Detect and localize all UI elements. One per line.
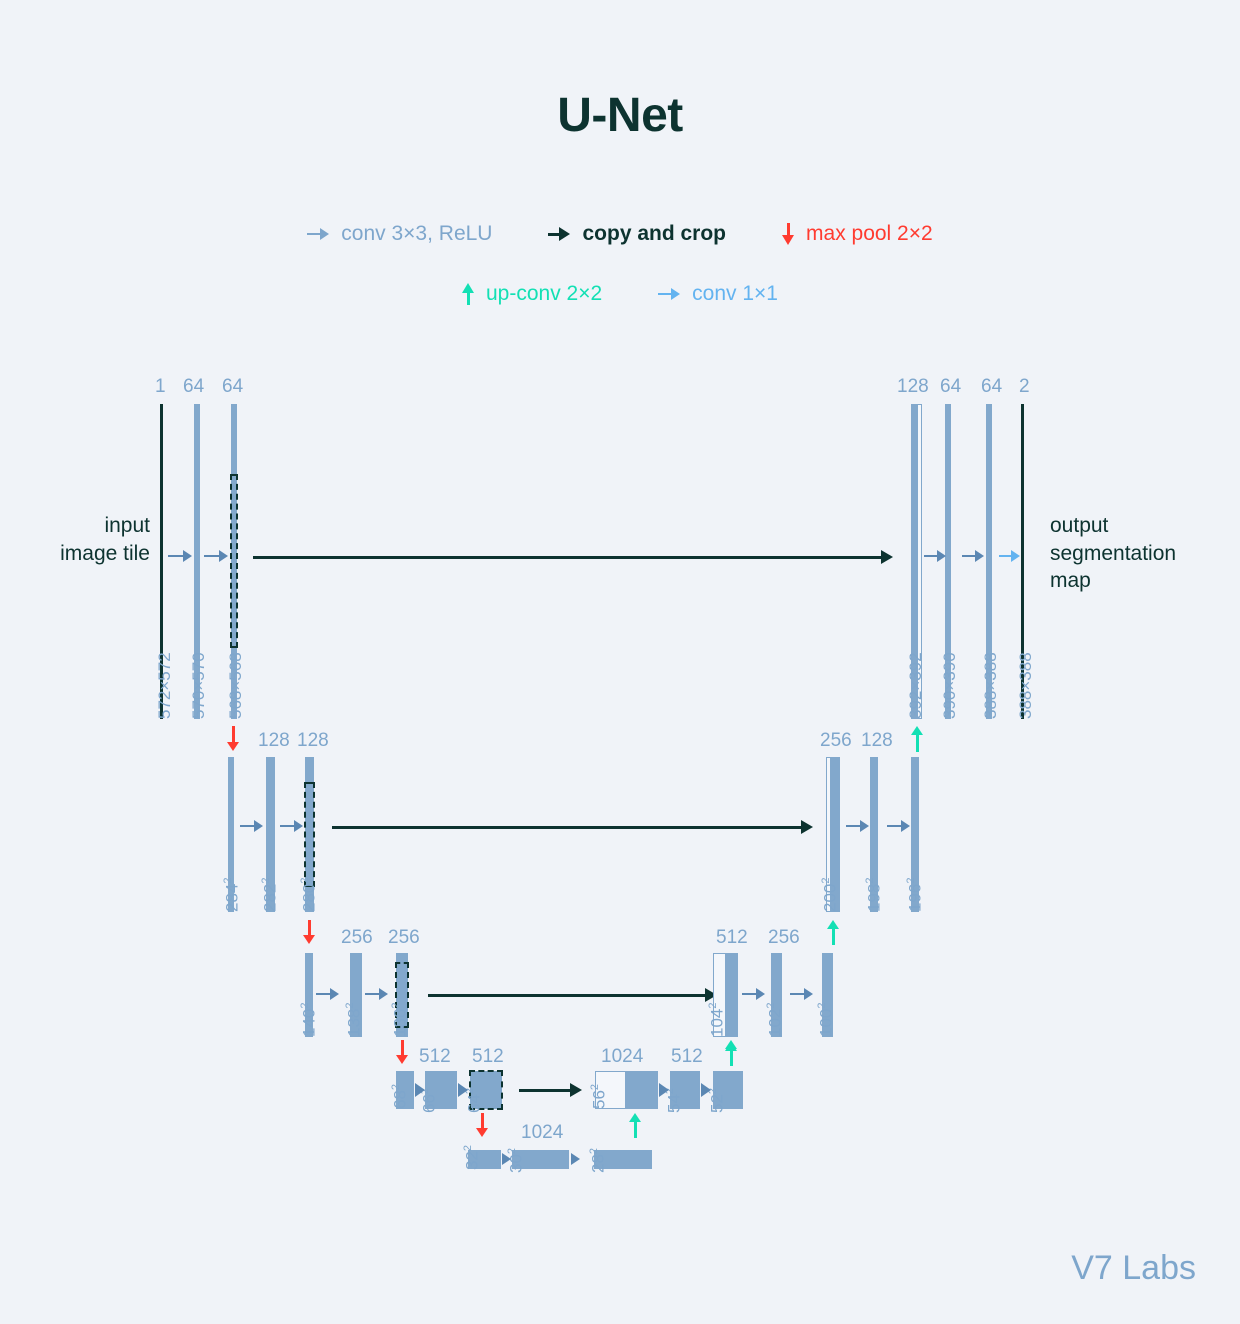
- channel-label: 512: [671, 1046, 703, 1067]
- channel-label: 256: [388, 927, 420, 948]
- conv-arrow-icon: [415, 1083, 425, 1097]
- channel-label: 128: [297, 730, 329, 751]
- channel-label: 512: [716, 927, 748, 948]
- dim-label: 2802: [299, 877, 319, 913]
- channel-label: 256: [341, 927, 373, 948]
- dim-label: 2002: [820, 877, 840, 913]
- dim-label: 2822: [260, 877, 280, 913]
- dim-label: 282: [588, 1147, 608, 1173]
- dim-label: 682: [390, 1083, 410, 1109]
- channel-label: 64: [222, 376, 244, 397]
- maxpool-arrow-icon: [476, 1113, 489, 1138]
- dim-label: 388×388: [981, 652, 1000, 719]
- channel-label: 128: [897, 376, 929, 397]
- dim-label: 1042: [707, 1002, 727, 1038]
- conv-arrow-icon: [571, 1153, 580, 1165]
- conv-arrow-icon: [168, 550, 193, 563]
- crop-region: [304, 782, 315, 887]
- output-label-line3: map: [1050, 569, 1091, 593]
- upconv-arrow-icon: [911, 726, 924, 752]
- feature-bar-upsampled: [726, 953, 738, 1037]
- channel-label: 2: [1019, 376, 1030, 397]
- unet-diagram-page: U-Net conv 3×3, ReLU copy and crop max p…: [0, 0, 1240, 1324]
- input-label-line1: input: [104, 514, 150, 537]
- upconv-arrow-icon: [629, 1113, 642, 1138]
- conv-arrow-icon: [365, 988, 390, 1001]
- channel-label: 64: [981, 376, 1003, 397]
- maxpool-arrow-icon: [227, 726, 240, 752]
- upconv-arrow-icon: [827, 920, 840, 945]
- conv-arrow-icon: [280, 820, 305, 833]
- dim-label: 572×572: [155, 652, 174, 719]
- feature-bar-upsampled: [626, 1071, 658, 1109]
- architecture-diagram: 1 64 64 572×572 570×570 568×568 input im…: [0, 0, 1240, 1324]
- conv-arrow-icon: [458, 1083, 468, 1097]
- dim-label: 1402: [299, 1002, 319, 1038]
- upconv-arrow-icon: [725, 1042, 738, 1066]
- channel-label: 512: [419, 1046, 451, 1067]
- conv1x1-arrow-icon: [999, 550, 1022, 563]
- dim-label: 1982: [864, 877, 884, 913]
- conv-arrow-icon: [502, 1153, 511, 1165]
- input-label-line2: image tile: [60, 541, 150, 565]
- channel-label: 64: [940, 376, 962, 397]
- conv-arrow-icon: [204, 550, 229, 563]
- output-label-line2: segmentation: [1050, 541, 1177, 565]
- channel-label: 1024: [521, 1122, 564, 1143]
- dim-label: 392×392: [906, 652, 925, 719]
- dim-label: 568×568: [226, 652, 245, 719]
- channel-label: 128: [258, 730, 290, 751]
- channel-label: 1: [155, 376, 166, 397]
- skip-connection-arrow: [332, 820, 814, 834]
- dim-label: 1382: [344, 1002, 364, 1038]
- dim-label: 1002: [816, 1002, 836, 1038]
- conv-arrow-icon: [924, 550, 947, 563]
- conv-arrow-icon: [887, 820, 912, 833]
- dim-label: 570×570: [189, 652, 208, 719]
- channel-label: 256: [820, 730, 852, 751]
- dim-label: 388×388: [1016, 652, 1035, 719]
- skip-connection-arrow: [428, 988, 718, 1002]
- channel-label: 128: [861, 730, 893, 751]
- input-label: input image tile: [30, 512, 150, 567]
- maxpool-arrow-icon: [396, 1040, 409, 1065]
- dim-label: 2842: [222, 877, 242, 913]
- conv-arrow-icon: [790, 988, 815, 1001]
- dim-label: 562: [589, 1083, 609, 1109]
- conv-arrow-icon: [701, 1083, 711, 1097]
- skip-connection-arrow: [519, 1083, 583, 1097]
- conv-arrow-icon: [659, 1083, 669, 1097]
- dim-label: 1022: [765, 1002, 785, 1038]
- conv-arrow-icon: [962, 550, 985, 563]
- dim-label: 1362: [390, 1002, 410, 1038]
- conv-arrow-icon: [316, 988, 341, 1001]
- crop-region: [230, 474, 238, 648]
- conv-arrow-icon: [742, 988, 767, 1001]
- channel-label: 64: [183, 376, 205, 397]
- skip-connection-arrow: [253, 550, 894, 564]
- dim-label: 322: [462, 1144, 482, 1170]
- conv-arrow-icon: [846, 820, 871, 833]
- channel-label: 1024: [601, 1046, 644, 1067]
- output-label: output segmentation map: [1050, 512, 1240, 595]
- channel-label: 512: [472, 1046, 504, 1067]
- conv-arrow-icon: [240, 820, 265, 833]
- maxpool-arrow-icon: [303, 920, 316, 945]
- channel-label: 256: [768, 927, 800, 948]
- output-label-line1: output: [1050, 514, 1109, 537]
- brand-logo: V7 Labs: [1071, 1249, 1196, 1287]
- dim-label: 1962: [905, 877, 925, 913]
- dim-label: 390×390: [940, 652, 959, 719]
